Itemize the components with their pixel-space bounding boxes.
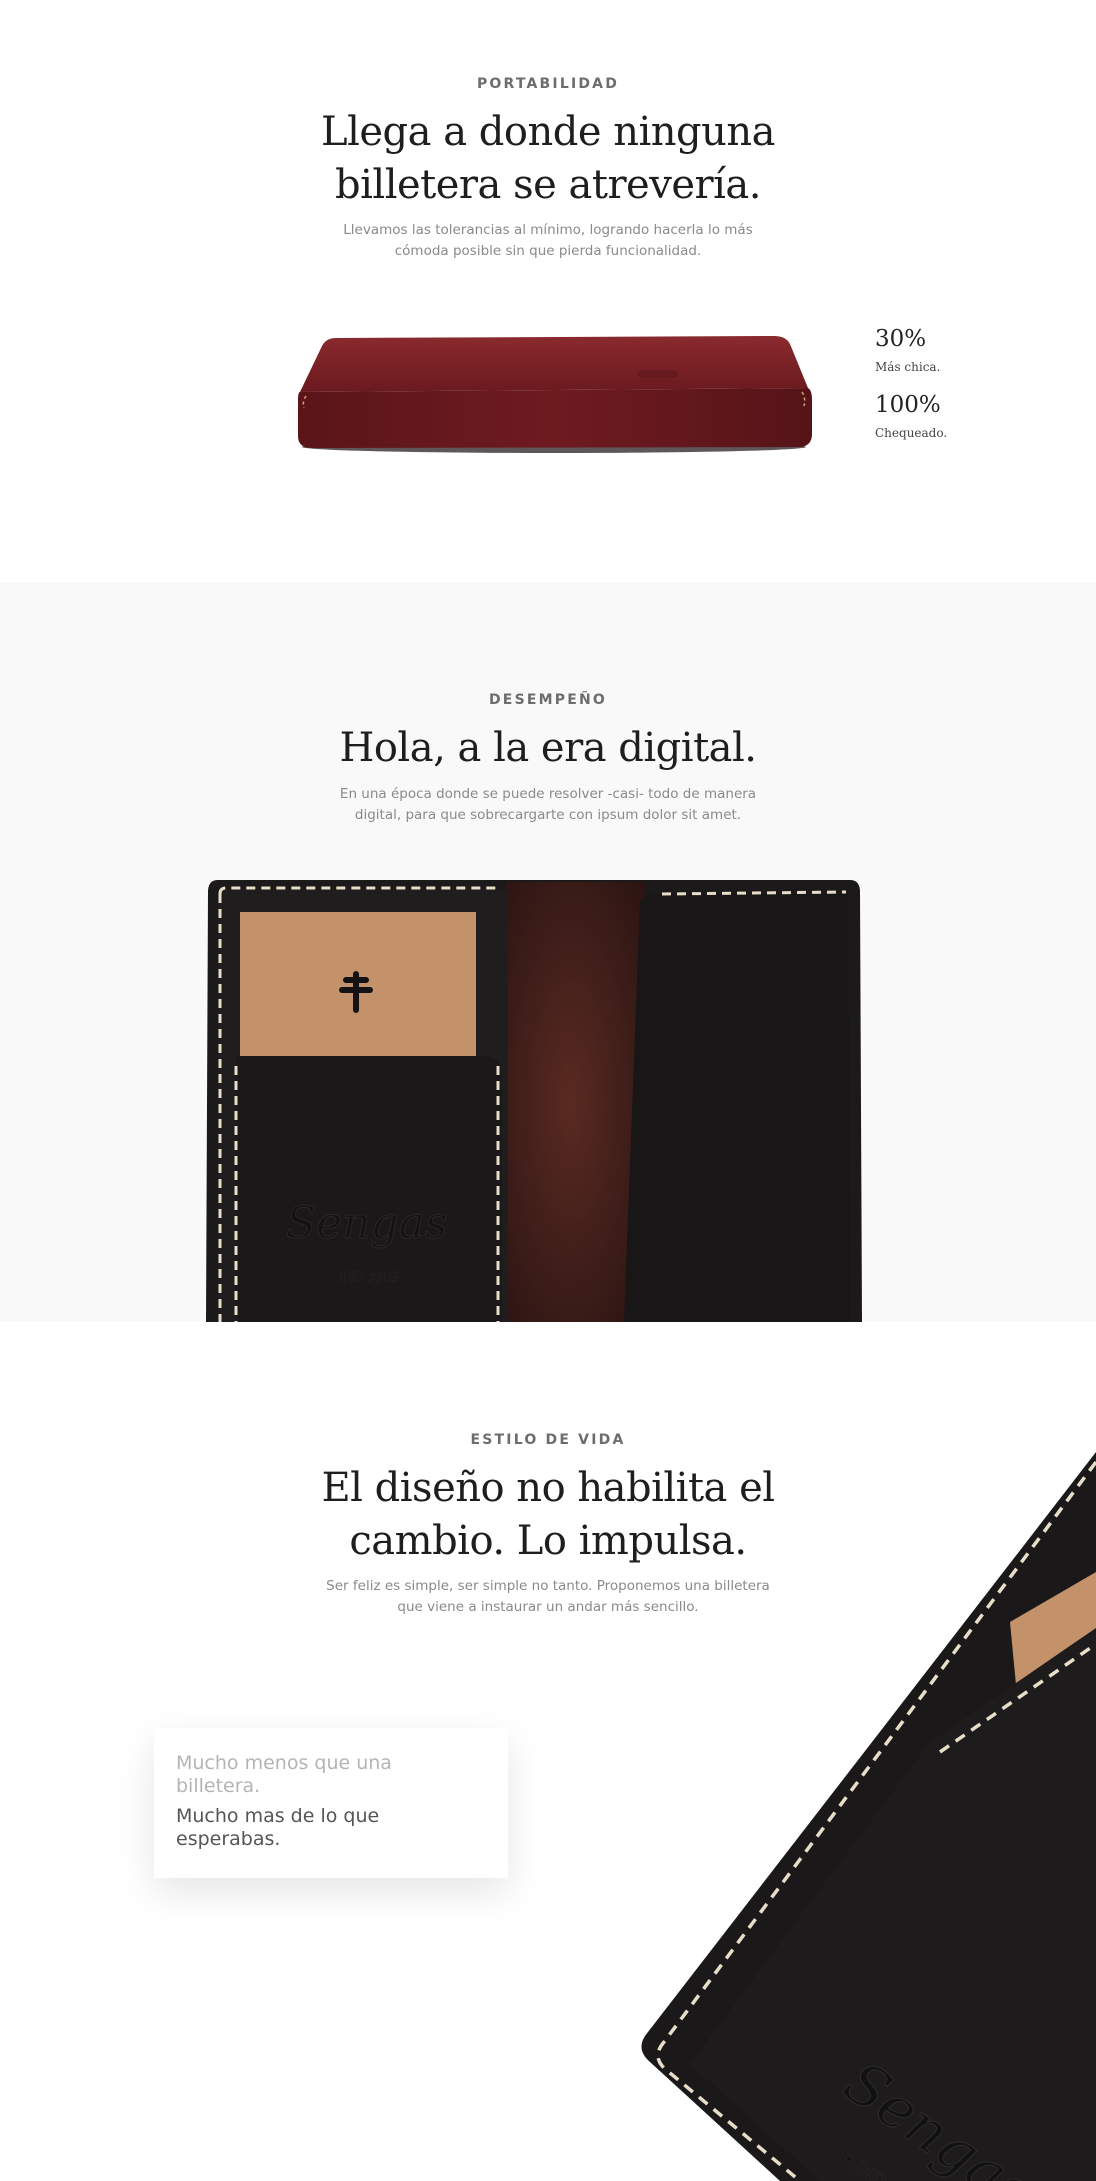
callout-card: Mucho menos que una billetera. Mucho mas…	[154, 1728, 508, 1878]
portability-lead-line1: Llevamos las tolerancias al mínimo, logr…	[343, 222, 753, 238]
portability-heading-line1: Llega a donde ninguna	[321, 109, 776, 155]
stat-label-1: Más chica.	[875, 360, 941, 374]
performance-heading: Hola, a la era digital.	[339, 725, 757, 771]
portability-section: PORTABILIDAD Llega a donde ninguna bille…	[0, 0, 1096, 582]
lifestyle-section: ESTILO DE VIDA El diseño no habilita el …	[0, 1322, 1096, 2181]
performance-lead-line1: En una época donde se puede resolver -ca…	[339, 786, 757, 802]
stat-label-2: Chequeado.	[875, 426, 948, 440]
stat-value-2: 100%	[875, 392, 941, 418]
lifestyle-eyebrow: ESTILO DE VIDA	[470, 1432, 626, 1448]
svg-text:Sengas: Sengas	[286, 1198, 448, 1249]
wallet-angled-image: Sengas • IND ARG •	[630, 1452, 1096, 2181]
callout-main-text: Mucho mas de lo que esperabas.	[176, 1805, 496, 1851]
callout-muted-line2: billetera.	[176, 1775, 261, 1797]
performance-lead: En una época donde se puede resolver -ca…	[298, 784, 798, 826]
portability-eyebrow: PORTABILIDAD	[476, 76, 620, 92]
callout-muted-line1: Mucho menos que una	[176, 1752, 392, 1774]
performance-eyebrow: DESEMPEÑO	[488, 692, 607, 708]
portability-lead-line2: cómoda posible sin que pierda funcionali…	[394, 243, 702, 259]
portability-lead: Llevamos las tolerancias al mínimo, logr…	[298, 220, 798, 262]
portability-heading: Llega a donde ninguna billetera se atrev…	[248, 106, 848, 212]
svg-text:• IND ARG •: • IND ARG •	[326, 1270, 411, 1286]
performance-lead-line2: digital, para que sobrecargarte con ipsu…	[354, 807, 742, 823]
wallet-open-image: Sengas • IND ARG •	[206, 880, 862, 1322]
callout-main-line1: Mucho mas de lo que	[176, 1805, 380, 1827]
wallet-side-image	[296, 330, 812, 455]
stat-value-1: 30%	[875, 326, 927, 352]
callout-main-line2: esperabas.	[176, 1828, 281, 1850]
callout-muted-text: Mucho menos que una billetera.	[176, 1752, 496, 1798]
portability-heading-line2: billetera se atrevería.	[335, 162, 761, 208]
performance-section: DESEMPEÑO Hola, a la era digital. En una…	[0, 582, 1096, 1322]
